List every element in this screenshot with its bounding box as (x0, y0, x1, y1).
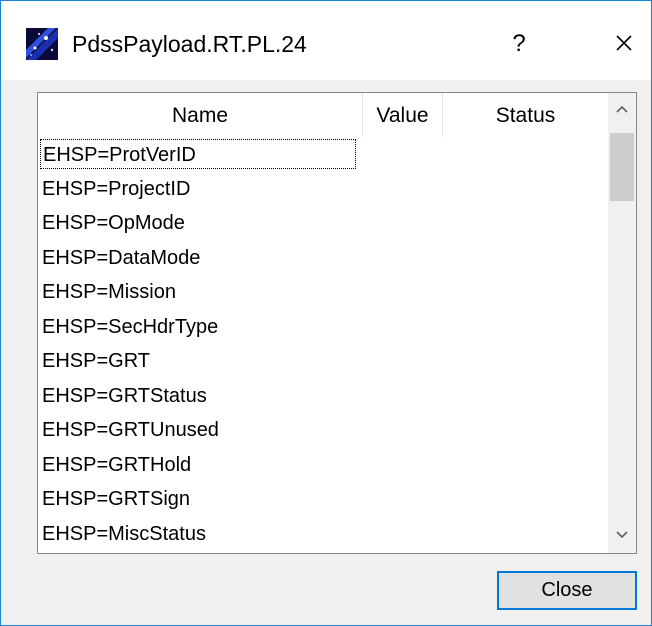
cell-name: EHSP=ProjectID (42, 177, 191, 200)
table-row[interactable]: EHSP=GRT (38, 344, 608, 379)
app-icon (26, 28, 58, 60)
table-row[interactable]: EHSP=GRTUnused (38, 413, 608, 448)
cell-name: EHSP=GRTStatus (42, 384, 207, 407)
table-row[interactable]: EHSP=Mission (38, 275, 608, 310)
column-header-name[interactable]: Name (38, 93, 363, 137)
scroll-thumb[interactable] (610, 133, 634, 201)
chevron-up-icon (616, 105, 628, 113)
cell-name: EHSP=SecHdrType (42, 315, 219, 338)
parameter-list[interactable]: Name Value Status EHSP=ProtVerID EHSP=Pro… (37, 92, 637, 554)
table-row[interactable]: EHSP=GRTStatus (38, 379, 608, 414)
cell-name: EHSP=Mission (42, 281, 176, 303)
window-close-button[interactable] (597, 19, 651, 69)
table-row[interactable]: EHSP=MiscStatus (38, 517, 608, 552)
vertical-scrollbar[interactable] (608, 93, 636, 553)
cell-name: EHSP=ProtVerID (40, 139, 356, 169)
table-row[interactable]: EHSP=SecHdrType (38, 310, 608, 345)
close-button[interactable]: Close (497, 571, 637, 610)
title-bar[interactable]: PdssPayload.RT.PL.24 ? (1, 1, 651, 80)
table-row[interactable]: EHSP=ProtVerID (38, 137, 608, 172)
help-button[interactable]: ? (489, 19, 549, 69)
close-icon (616, 35, 632, 51)
scroll-down-button[interactable] (608, 519, 636, 553)
column-header-value[interactable]: Value (363, 93, 443, 137)
dialog-window: PdssPayload.RT.PL.24 ? Name Value Status… (0, 0, 652, 626)
cell-name: EHSP=GRTUnused (42, 419, 219, 441)
table-row[interactable]: EHSP=DataMode (38, 241, 608, 276)
list-rows: EHSP=ProtVerID EHSP=ProjectID EHSP=OpMode E… (38, 137, 608, 551)
cell-name: EHSP=MiscStatus (42, 522, 206, 545)
column-header-status[interactable]: Status (443, 93, 608, 137)
table-row[interactable]: EHSP=OpMode (38, 206, 608, 241)
list-header: Name Value Status (38, 93, 608, 137)
table-row[interactable]: EHSP=GRTHold (38, 448, 608, 483)
table-row[interactable]: EHSP=GRTSign (38, 482, 608, 517)
cell-name: EHSP=GRTSign (42, 488, 191, 510)
cell-name: EHSP=GRT (42, 350, 150, 372)
cell-name: EHSP=GRTHold (42, 453, 192, 476)
table-row[interactable]: EHSP=ProjectID (38, 172, 608, 207)
cell-name: EHSP=OpMode (42, 212, 185, 234)
cell-name: EHSP=DataMode (42, 246, 201, 269)
scroll-up-button[interactable] (608, 93, 636, 127)
window-title: PdssPayload.RT.PL.24 (72, 31, 307, 57)
chevron-down-icon (616, 531, 628, 539)
